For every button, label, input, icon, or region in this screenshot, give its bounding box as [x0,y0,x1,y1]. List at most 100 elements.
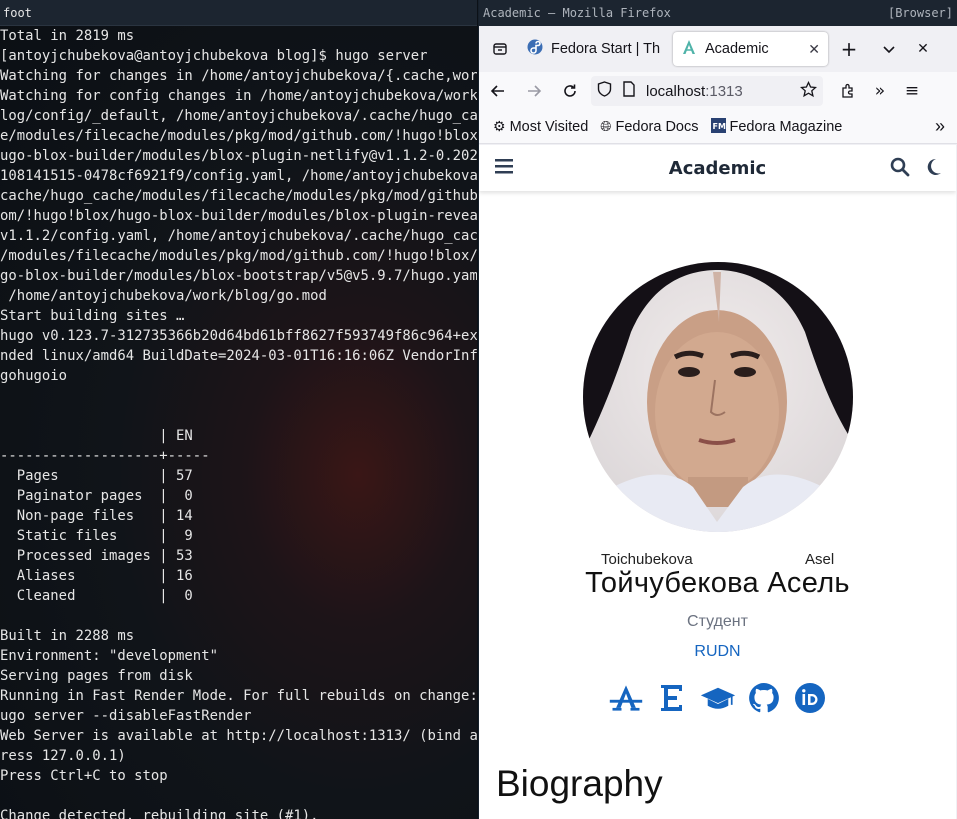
terminal-line: Paginator pages | 0 [0,488,193,504]
social-links [479,680,956,716]
terminal-line: log/config/_default, /home/antoyjchubeko… [0,108,477,124]
globe-icon: 🌐︎ [600,118,612,134]
site-navbar: Academic [479,145,956,191]
close-icon[interactable]: ✕ [808,41,820,58]
terminal-line: v1.1.2/config.yaml, /home/antoyjchubekov… [0,228,477,244]
terminal-line: 108141515-0478cf6921f9/config.yaml, /hom… [0,168,477,184]
url-host: localhost [646,82,706,100]
bookmark-fedora-magazine[interactable]: FM Fedora Magazine [710,117,843,136]
terminal-line: Pages | 57 [0,468,193,484]
reload-icon[interactable] [555,76,585,106]
github-icon[interactable] [746,680,782,716]
tab-strip: Fedora Start | Th Academic ✕ + ✕ [479,26,957,72]
terminal-line: Start building sites … [0,308,185,324]
terminal-line: Running in Fast Render Mode. For full re… [0,688,477,704]
overflow-chevron-icon[interactable]: » [865,76,895,106]
full-name: Тойчубекова Асель [585,567,850,599]
terminal-line: ugo server --disableFastRender [0,708,252,724]
window-tag: [Browser] [887,6,953,20]
orcid-icon[interactable] [792,680,828,716]
terminal-line: -------------------+----- [0,448,210,464]
bookmark-most-visited[interactable]: ⚙ Most Visited [493,118,588,135]
page-info-icon[interactable] [622,81,636,101]
avatar [583,262,853,532]
list-all-tabs-icon[interactable] [485,34,515,64]
family-name-latin: Toichubekova [601,551,693,568]
terminal-line: /modules/filecache/modules/pkg/mod/githu… [0,248,477,264]
terminal-line: nded linux/amd64 BuildDate=2024-03-01T16… [0,348,477,364]
bookmark-label: Fedora Docs [615,118,699,135]
terminal-line: Non-page files | 14 [0,508,193,524]
fedora-icon [527,39,543,59]
organization-link[interactable]: RUDN [479,643,956,661]
terminal-line: Static files | 9 [0,528,193,544]
fm-icon: FM [710,117,726,136]
url-bar[interactable]: localhost:1313 [591,76,823,106]
star-icon[interactable] [799,80,818,102]
terminal-window[interactable]: foot Total in 2819 ms [antoyjchubekova@an… [0,0,477,819]
terminal-line: e/modules/filecache/modules/pkg/mod/gith… [0,128,477,144]
section-heading: Biography [496,763,663,804]
window-title: Academic — Mozilla Firefox [483,6,671,20]
bookmark-fedora-docs[interactable]: 🌐︎ Fedora Docs [600,118,698,135]
terminal-line: Web Server is available at http://localh… [0,728,477,744]
menu-icon[interactable] [495,158,513,178]
academia-icon[interactable] [608,680,644,716]
terminal-line: | EN [0,428,193,444]
terminal-line: Aliases | 16 [0,568,193,584]
terminal-title: foot [0,0,477,26]
academic-icon [681,39,697,59]
chevron-down-icon[interactable] [874,34,904,64]
terminal-line: om/!hugo!blox/hugo-blox-builder/modules/… [0,208,477,224]
terminal-line: Cleaned | 0 [0,588,193,604]
terminal-line: ress 127.0.0.1) [0,748,126,764]
e-icon[interactable] [654,680,690,716]
svg-text:FM: FM [712,122,725,131]
bookmark-label: Fedora Magazine [729,118,843,135]
window-close-icon[interactable]: ✕ [908,34,938,64]
terminal-line: Watching for config changes in /home/ant… [0,88,477,104]
terminal-line: Environment: "development" [0,648,218,664]
terminal-line: Processed images | 53 [0,548,193,564]
terminal-line: hugo v0.123.7-312735366b20d64bd61bff8627… [0,328,477,344]
site-brand[interactable]: Academic [669,158,766,179]
terminal-line: Press Ctrl+C to stop [0,768,168,784]
terminal-line: [antoyjchubekova@antoyjchubekova blog]$ … [0,48,428,64]
terminal-line: gohugoio [0,368,68,384]
bookmarks-toolbar: ⚙ Most Visited 🌐︎ Fedora Docs FM Fedora … [479,110,957,144]
terminal-line: /home/antoyjchubekova/work/blog/go.mod [0,288,327,304]
tab-label: Fedora Start | Th [551,41,661,57]
gear-icon: ⚙ [493,118,506,134]
forward-arrow-icon[interactable] [519,76,549,106]
graduation-cap-icon[interactable] [700,680,736,716]
hamburger-menu-icon[interactable]: ≡ [897,76,927,106]
search-icon[interactable] [890,157,910,181]
tab-fedora-start[interactable]: Fedora Start | Th [519,32,669,66]
navigation-toolbar: localhost:1313 » ≡ [479,72,957,110]
terminal-output[interactable]: Total in 2819 ms [antoyjchubekova@antoyjc… [0,26,477,819]
extensions-icon[interactable] [833,76,863,106]
tab-label: Academic [705,41,769,57]
back-arrow-icon[interactable] [483,76,513,106]
terminal-line: go-blox-builder/modules/blox-bootstrap/v… [0,268,477,284]
terminal-line: cache/hugo_cache/modules/filecache/modul… [0,188,477,204]
terminal-line: Serving pages from disk [0,668,193,684]
bookmark-label: Most Visited [509,118,589,135]
shield-icon[interactable] [597,81,612,101]
moon-icon[interactable] [924,157,942,181]
given-name-latin: Asel [805,551,835,568]
role-title: Студент [687,613,748,630]
terminal-line: Change detected, rebuilding site (#1). [0,808,319,819]
terminal-line: ugo-blox-builder/modules/blox-plugin-net… [0,148,477,164]
tab-academic[interactable]: Academic ✕ [673,32,828,66]
terminal-line: Built in 2288 ms [0,628,135,644]
window-titlebar: Academic — Mozilla Firefox [Browser] [479,0,957,26]
new-tab-icon[interactable]: + [834,34,864,64]
url-port: :1313 [705,82,743,100]
terminal-line: Watching for changes in /home/antoyjchub… [0,68,477,84]
bookmarks-overflow-icon[interactable]: » [935,116,945,137]
